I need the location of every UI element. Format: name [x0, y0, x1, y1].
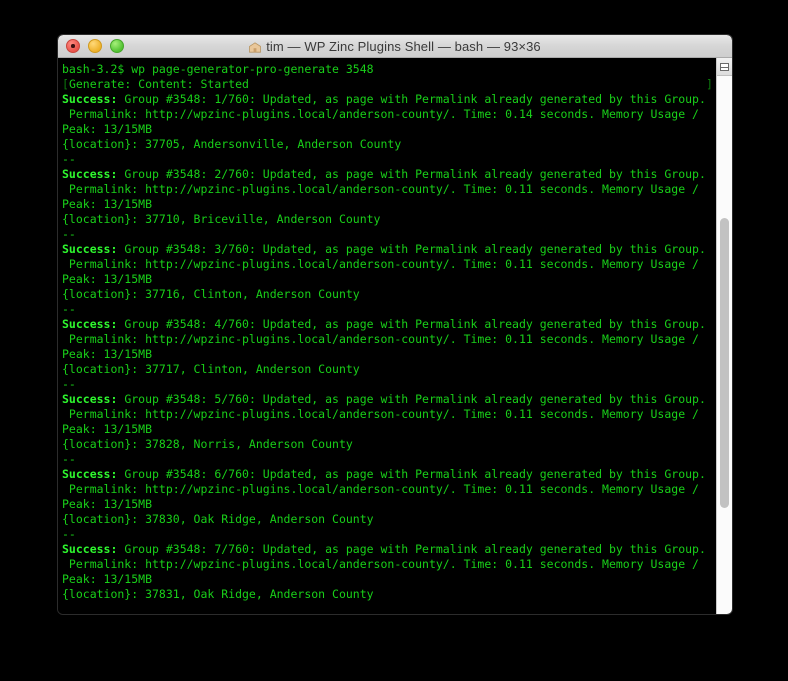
success-line: Success: Group #3548: 6/760: Updated, as…: [62, 467, 706, 481]
separator-line: --: [62, 302, 76, 316]
success-line: Success: Group #3548: 3/760: Updated, as…: [62, 242, 706, 256]
peak-line: Peak: 13/15MB: [62, 497, 153, 511]
success-line: Success: Group #3548: 5/760: Updated, as…: [62, 392, 706, 406]
peak-line: Peak: 13/15MB: [62, 347, 153, 361]
location-line: {location}: 37710, Briceville, Anderson …: [62, 212, 381, 226]
permalink-line: Permalink: http://wpzinc-plugins.local/a…: [62, 407, 699, 421]
maximize-button[interactable]: [110, 39, 124, 53]
terminal-window[interactable]: tim — WP Zinc Plugins Shell — bash — 93×…: [57, 34, 733, 615]
peak-line: Peak: 13/15MB: [62, 122, 153, 136]
permalink-line: Permalink: http://wpzinc-plugins.local/a…: [62, 107, 699, 121]
location-line: {location}: 37828, Norris, Anderson Coun…: [62, 437, 353, 451]
terminal-body: bash-3.2$ wp page-generator-pro-generate…: [58, 58, 732, 614]
permalink-line: Permalink: http://wpzinc-plugins.local/a…: [62, 257, 699, 271]
location-line: {location}: 37716, Clinton, Anderson Cou…: [62, 287, 360, 301]
split-pane-icon: [720, 62, 729, 71]
success-line: Success: Group #3548: 4/760: Updated, as…: [62, 317, 706, 331]
separator-line: --: [62, 227, 76, 241]
location-line: {location}: 37830, Oak Ridge, Anderson C…: [62, 512, 374, 526]
scrollbar-thumb[interactable]: [720, 218, 729, 508]
terminal-scrollbar[interactable]: [716, 58, 732, 614]
permalink-line: Permalink: http://wpzinc-plugins.local/a…: [62, 557, 699, 571]
separator-line: --: [62, 152, 76, 166]
permalink-line: Permalink: http://wpzinc-plugins.local/a…: [62, 332, 699, 346]
split-pane-button[interactable]: [717, 58, 732, 76]
success-line: Success: Group #3548: 7/760: Updated, as…: [62, 542, 706, 556]
status-line: [Generate: Content: Started]: [62, 77, 713, 91]
minimize-button[interactable]: [88, 39, 102, 53]
terminal-output-area[interactable]: bash-3.2$ wp page-generator-pro-generate…: [58, 58, 716, 614]
separator-line: --: [62, 527, 76, 541]
location-line: {location}: 37705, Andersonville, Anders…: [62, 137, 402, 151]
home-folder-icon: [249, 41, 262, 53]
close-button[interactable]: [66, 39, 80, 53]
permalink-line: Permalink: http://wpzinc-plugins.local/a…: [62, 482, 699, 496]
success-line: Success: Group #3548: 1/760: Updated, as…: [62, 92, 706, 106]
window-title-text: tim — WP Zinc Plugins Shell — bash — 93×…: [266, 38, 541, 54]
window-title-area: tim — WP Zinc Plugins Shell — bash — 93×…: [58, 39, 732, 54]
terminal-text: bash-3.2$ wp page-generator-pro-generate…: [62, 62, 716, 602]
window-titlebar[interactable]: tim — WP Zinc Plugins Shell — bash — 93×…: [58, 35, 732, 58]
peak-line: Peak: 13/15MB: [62, 272, 153, 286]
escape-artifact: ]: [706, 77, 713, 91]
peak-line: Peak: 13/15MB: [62, 197, 153, 211]
success-line: Success: Group #3548: 2/760: Updated, as…: [62, 167, 706, 181]
separator-line: --: [62, 452, 76, 466]
window-controls: [66, 35, 124, 57]
peak-line: Peak: 13/15MB: [62, 572, 153, 586]
separator-line: --: [62, 377, 76, 391]
permalink-line: Permalink: http://wpzinc-plugins.local/a…: [62, 182, 699, 196]
location-line: {location}: 37717, Clinton, Anderson Cou…: [62, 362, 360, 376]
location-line: {location}: 37831, Oak Ridge, Anderson C…: [62, 587, 374, 601]
prompt-line: bash-3.2$ wp page-generator-pro-generate…: [62, 62, 374, 76]
peak-line: Peak: 13/15MB: [62, 422, 153, 436]
